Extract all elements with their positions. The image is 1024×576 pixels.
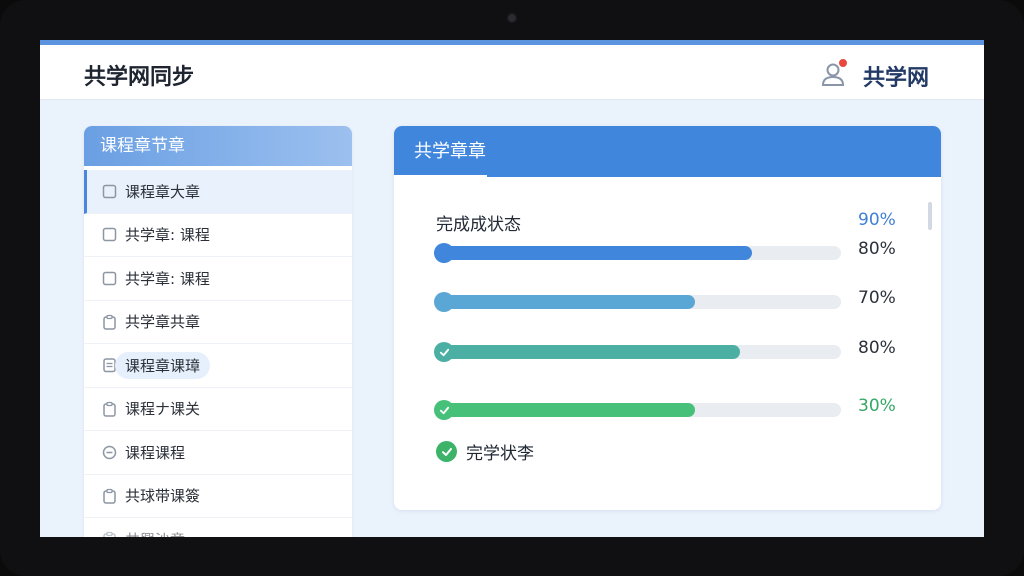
sidebar-item[interactable]: 共学章: 课程 bbox=[84, 257, 352, 301]
panel-title: 共学章章 bbox=[414, 141, 486, 162]
progress-knob[interactable] bbox=[434, 292, 454, 312]
progress-percent: 30% bbox=[858, 396, 896, 416]
check-icon[interactable] bbox=[434, 400, 454, 420]
checkbox-icon bbox=[101, 183, 117, 199]
sidebar-title: 课程章节章 bbox=[84, 126, 352, 166]
sidebar-item-label: 共学章共章 bbox=[125, 313, 201, 332]
overall-percent: 90% bbox=[858, 210, 896, 230]
sidebar-item[interactable]: 课程章大章 bbox=[84, 170, 352, 214]
complete-label: 完学状李 bbox=[466, 444, 534, 464]
sidebar-item-label: 共学章: 课程 bbox=[125, 226, 210, 245]
panel-header: 共学章章 bbox=[394, 126, 941, 178]
app-header: 共学网同步 共学网 bbox=[40, 45, 984, 100]
progress-row: 80% bbox=[434, 338, 901, 362]
sidebar: 课程章节章 课程章大章共学章: 课程 共学章: 课程 共学章共章课程章课璋课程ナ课关… bbox=[84, 126, 352, 537]
check-icon[interactable] bbox=[434, 342, 454, 362]
progress-knob[interactable] bbox=[434, 243, 454, 263]
progress-panel: 共学章章 完成成状态 90% 80% 70% 80% 30% 完学状李 bbox=[394, 126, 941, 510]
screen: 共学网同步 共学网 课程章节章 课程章大章共学章: 课程 共学章: 课程 共学章共章… bbox=[40, 40, 984, 537]
check-circle-icon bbox=[436, 441, 457, 462]
sidebar-item-label: 课程章大章 bbox=[125, 182, 201, 201]
camera-icon bbox=[507, 13, 517, 23]
progress-row: 30% bbox=[434, 396, 901, 420]
progress-fill bbox=[436, 345, 740, 359]
sidebar-item-label: 共球带课簽 bbox=[125, 487, 201, 506]
clipboard-icon bbox=[101, 531, 117, 537]
progress-track bbox=[434, 292, 841, 312]
sidebar-item[interactable]: 共興沙章 bbox=[84, 518, 352, 537]
circle-minus-icon bbox=[101, 444, 117, 460]
progress-track bbox=[434, 400, 841, 420]
scrollbar[interactable] bbox=[928, 202, 932, 230]
app-title: 共学网同步 bbox=[84, 65, 195, 90]
sidebar-item-label: 共学章: 课程 bbox=[125, 269, 210, 288]
active-tab-indicator bbox=[394, 175, 487, 178]
sidebar-item[interactable]: 课程章课璋 bbox=[84, 344, 352, 388]
progress-percent: 80% bbox=[858, 239, 896, 259]
progress-row: 70% bbox=[434, 288, 901, 312]
sidebar-list: 课程章大章共学章: 课程 共学章: 课程 共学章共章课程章课璋课程ナ课关课程课程共球… bbox=[84, 166, 352, 537]
sidebar-item[interactable]: 课程课程 bbox=[84, 431, 352, 475]
progress-track bbox=[434, 243, 841, 263]
clipboard-icon bbox=[101, 401, 117, 417]
sidebar-item[interactable]: 共学章: 课程 bbox=[84, 214, 352, 257]
clipboard-icon bbox=[101, 314, 117, 330]
sidebar-item[interactable]: 共球带课簽 bbox=[84, 475, 352, 518]
checkbox-icon bbox=[101, 270, 117, 286]
progress-percent: 80% bbox=[858, 338, 896, 358]
brand-name: 共学网 bbox=[863, 66, 930, 91]
progress-track bbox=[434, 342, 841, 362]
sidebar-item-label: 课程ナ课关 bbox=[125, 400, 201, 419]
device-bezel: 共学网同步 共学网 课程章节章 课程章大章共学章: 课程 共学章: 课程 共学章共章… bbox=[0, 0, 1024, 576]
sidebar-item[interactable]: 课程ナ课关 bbox=[84, 388, 352, 431]
status-label: 完成成状态 bbox=[436, 215, 521, 235]
sidebar-item-label: 课程课程 bbox=[125, 443, 186, 462]
sidebar-item-label: 课程章课璋 bbox=[115, 351, 211, 379]
progress-fill bbox=[436, 295, 696, 309]
notification-dot bbox=[838, 58, 848, 68]
checkbox-icon bbox=[101, 227, 117, 243]
sidebar-item-label: 共興沙章 bbox=[125, 529, 185, 537]
sidebar-item[interactable]: 共学章共章 bbox=[84, 301, 352, 344]
progress-row: 80% bbox=[434, 239, 901, 263]
progress-percent: 70% bbox=[858, 288, 896, 308]
complete-status: 完学状李 bbox=[436, 439, 534, 464]
progress-fill bbox=[436, 403, 696, 417]
progress-fill bbox=[436, 246, 752, 260]
clipboard-icon bbox=[101, 488, 117, 504]
